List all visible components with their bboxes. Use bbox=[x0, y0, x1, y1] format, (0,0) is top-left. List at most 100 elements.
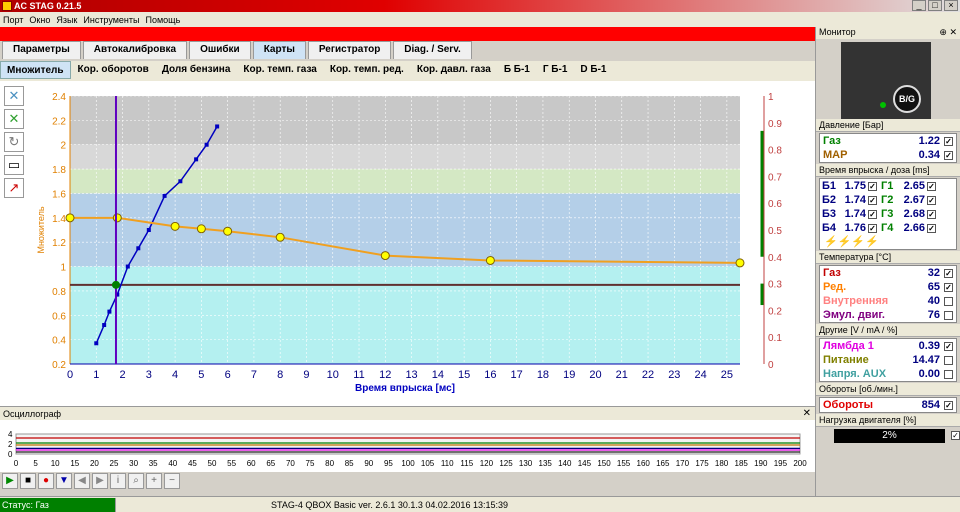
multiplier-point bbox=[112, 213, 122, 223]
multiplier-point bbox=[735, 258, 745, 268]
menu-tools[interactable]: Инструменты bbox=[80, 15, 142, 25]
inj-g2-checkbox[interactable]: ✓ bbox=[927, 195, 936, 205]
x-tick-label: 12 bbox=[379, 369, 391, 381]
stop-icon[interactable]: ■ bbox=[20, 473, 36, 489]
multiplier-point bbox=[170, 221, 180, 231]
info-icon[interactable]: i bbox=[110, 473, 126, 489]
lambda-checkbox[interactable]: ✓ bbox=[944, 341, 953, 351]
inj-b1-checkbox[interactable]: ✓ bbox=[868, 181, 877, 191]
aux-value: 0.00 bbox=[918, 368, 940, 380]
inj-b3-label: Б3 bbox=[822, 208, 837, 220]
subtab-bb1[interactable]: Б Б-1 bbox=[498, 61, 536, 79]
clear-icon[interactable]: ✕ bbox=[4, 86, 24, 106]
oscillograph-plot[interactable]: 4200 5 10 15 20 25 30 35 40 45 50 55 60 65 70 75 80 85 90 9… bbox=[0, 420, 815, 472]
zoom-in-icon[interactable]: + bbox=[146, 473, 162, 489]
subtab-gas-temp-correction[interactable]: Кор. темп. газа bbox=[237, 61, 322, 79]
tab-maps[interactable]: Карты bbox=[252, 41, 306, 59]
temp-emul-checkbox[interactable] bbox=[944, 310, 953, 320]
load-checkbox[interactable]: ✓ bbox=[951, 430, 960, 440]
tab-diag-serv[interactable]: Diag. / Serv. bbox=[393, 41, 472, 59]
temp-reducer-checkbox[interactable]: ✓ bbox=[944, 282, 953, 292]
subtab-petrol-share[interactable]: Доля бензина bbox=[156, 61, 237, 79]
injection-row-2: Б2 1.74 ✓ Г2 2.67 ✓ bbox=[820, 193, 956, 207]
menu-port[interactable]: Порт bbox=[0, 15, 26, 25]
frame-icon[interactable]: ▭ bbox=[4, 155, 24, 175]
aux-checkbox[interactable] bbox=[944, 369, 953, 379]
temp-internal-checkbox[interactable] bbox=[944, 296, 953, 306]
bg-switch-button[interactable]: B/G bbox=[893, 85, 921, 113]
maximize-button[interactable]: □ bbox=[928, 0, 942, 11]
inj-b4-checkbox[interactable]: ✓ bbox=[868, 223, 877, 233]
play-icon[interactable]: ▶ bbox=[2, 473, 18, 489]
tab-errors[interactable]: Ошибки bbox=[189, 41, 251, 59]
minimize-button[interactable]: _ bbox=[912, 0, 926, 11]
back-icon[interactable]: ◀ bbox=[74, 473, 90, 489]
map-tools: ✕ ✕ ↻ ▭ ↗ bbox=[4, 86, 26, 201]
subtab-db1[interactable]: D Б-1 bbox=[574, 61, 612, 79]
inj-g1-checkbox[interactable]: ✓ bbox=[927, 181, 936, 191]
rpm-value: 854 bbox=[921, 399, 940, 411]
x-axis-label: Время впрыска [мс] bbox=[355, 383, 455, 394]
osc-x-tick: 0 bbox=[14, 459, 19, 468]
temp-reducer-value: 65 bbox=[927, 281, 940, 293]
menu-window[interactable]: Окно bbox=[26, 15, 53, 25]
inj-g2-label: Г2 bbox=[881, 194, 894, 206]
tab-parameters[interactable]: Параметры bbox=[2, 41, 81, 59]
close-button[interactable]: × bbox=[944, 0, 958, 11]
inj-g3-value: 2.68 bbox=[903, 208, 925, 220]
pressure-header: Давление [Бар] bbox=[816, 119, 960, 132]
subtab-gas-pressure-correction[interactable]: Кор. давл. газа bbox=[411, 61, 497, 79]
x-tick-label: 10 bbox=[327, 369, 339, 381]
inj-g1-value: 2.65 bbox=[903, 180, 925, 192]
inj-b2-checkbox[interactable]: ✓ bbox=[868, 195, 877, 205]
inj-g4-checkbox[interactable]: ✓ bbox=[927, 223, 936, 233]
monitor-close-icon[interactable]: ⊕ ✕ bbox=[939, 27, 957, 38]
multiplier-chart[interactable]: 0 1 2 3 4 5 6 7 8 9 10 11 12 13 14 15 16 17 18 19 20 21 22 23 24… bbox=[30, 86, 800, 396]
x-tick-label: 2 bbox=[119, 369, 125, 381]
clear-green-icon[interactable]: ✕ bbox=[4, 109, 24, 129]
subtab-multiplier[interactable]: Множитель bbox=[0, 61, 71, 79]
osc-x-tick: 120 bbox=[480, 459, 494, 468]
subtab-reducer-temp-correction[interactable]: Кор. темп. ред. bbox=[324, 61, 410, 79]
subtab-gb1[interactable]: Г Б-1 bbox=[537, 61, 574, 79]
main-tabs: Параметры Автокалибровка Ошибки Карты Ре… bbox=[2, 41, 474, 59]
y-tick-label-right: 0.9 bbox=[768, 119, 782, 130]
pressure-gas-checkbox[interactable]: ✓ bbox=[944, 136, 953, 146]
y-tick-label-right: 1 bbox=[768, 92, 774, 103]
lambda-value: 0.39 bbox=[918, 340, 940, 352]
tab-autocalibration[interactable]: Автокалибровка bbox=[82, 41, 188, 59]
status-state: Статус: Газ bbox=[0, 497, 115, 512]
y-tick-label-right: 0.4 bbox=[768, 253, 782, 264]
menu-language[interactable]: Язык bbox=[53, 15, 80, 25]
temp-gas-checkbox[interactable]: ✓ bbox=[944, 268, 953, 278]
oscillograph-close-icon[interactable]: ✕ bbox=[803, 407, 811, 421]
forward-icon[interactable]: ▶ bbox=[92, 473, 108, 489]
tab-recorder[interactable]: Регистратор bbox=[307, 41, 392, 59]
regression-point bbox=[162, 193, 167, 198]
fuel-gauge: B/G bbox=[841, 42, 931, 119]
osc-x-tick: 135 bbox=[539, 459, 553, 468]
y-tick-label: 1.6 bbox=[52, 189, 66, 200]
temp-internal-label: Внутренняя bbox=[823, 295, 889, 307]
zoom-out-icon[interactable]: − bbox=[164, 473, 180, 489]
y-tick-label-right: 0.7 bbox=[768, 172, 782, 183]
inj-b3-checkbox[interactable]: ✓ bbox=[868, 209, 877, 219]
osc-x-tick: 175 bbox=[695, 459, 709, 468]
refresh-icon[interactable]: ↻ bbox=[4, 132, 24, 152]
engine-load-bar: 2% bbox=[834, 429, 946, 443]
x-tick-label: 14 bbox=[432, 369, 444, 381]
pressure-map-checkbox[interactable]: ✓ bbox=[944, 150, 953, 160]
menu-help[interactable]: Помощь bbox=[143, 15, 184, 25]
supply-checkbox[interactable] bbox=[944, 355, 953, 365]
osc-x-tick: 20 bbox=[90, 459, 99, 468]
inj-g3-checkbox[interactable]: ✓ bbox=[927, 209, 936, 219]
subtab-rpm-correction[interactable]: Кор. оборотов bbox=[72, 61, 155, 79]
curve-icon[interactable]: ↗ bbox=[4, 178, 24, 198]
zoom-icon[interactable]: ⌕ bbox=[128, 473, 144, 489]
record-icon[interactable]: ● bbox=[38, 473, 54, 489]
temperature-header: Температура [°C] bbox=[816, 251, 960, 264]
rpm-checkbox[interactable]: ✓ bbox=[944, 400, 953, 410]
x-tick-label: 15 bbox=[458, 369, 470, 381]
save-icon[interactable]: ▼ bbox=[56, 473, 72, 489]
osc-x-tick: 145 bbox=[578, 459, 592, 468]
